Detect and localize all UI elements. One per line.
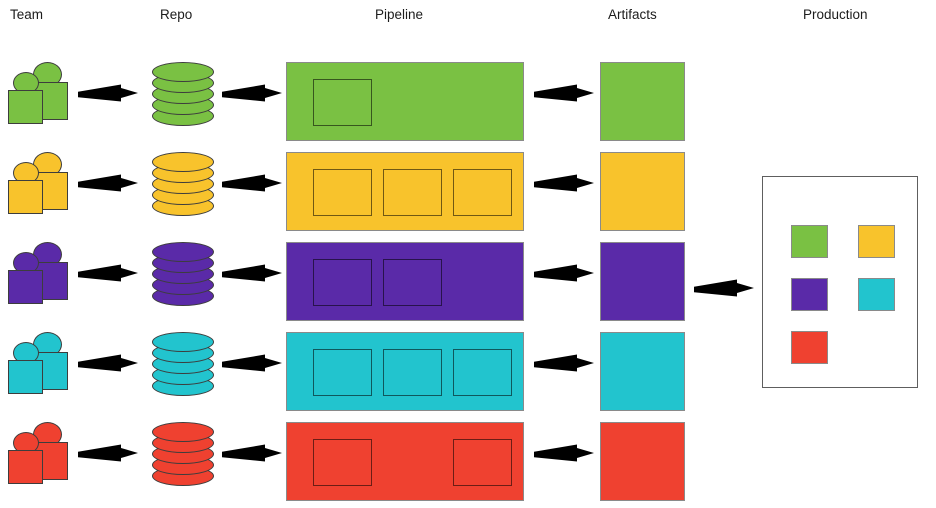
pipeline-stage[interactable]	[383, 259, 442, 306]
pipeline-bar[interactable]	[286, 332, 524, 411]
artifact-box[interactable]	[600, 422, 685, 501]
artifact-box[interactable]	[600, 332, 685, 411]
person-body-icon	[8, 180, 43, 214]
pipeline-stage[interactable]	[313, 439, 372, 486]
pipeline-stage[interactable]	[383, 169, 442, 216]
arrow-pipeline-to-artifact	[534, 260, 594, 286]
pipeline-stage[interactable]	[383, 349, 442, 396]
pipeline-stage[interactable]	[453, 169, 512, 216]
artifact-box[interactable]	[600, 62, 685, 141]
repo-icon[interactable]	[152, 332, 214, 396]
person-body-icon	[8, 450, 43, 484]
person-body-icon	[8, 360, 43, 394]
artifact-box[interactable]	[600, 152, 685, 231]
pipeline-stage[interactable]	[453, 349, 512, 396]
team-icon[interactable]	[8, 62, 74, 124]
column-header-production: Production	[803, 7, 868, 22]
arrow-pipeline-to-artifact	[534, 170, 594, 196]
production-panel[interactable]	[762, 176, 918, 388]
pipeline-stage[interactable]	[313, 79, 372, 126]
pipeline-bar[interactable]	[286, 242, 524, 321]
arrow-team-to-repo	[78, 350, 138, 376]
person-body-icon	[8, 90, 43, 124]
pipeline-bar[interactable]	[286, 62, 524, 141]
team-icon[interactable]	[8, 422, 74, 484]
repo-disk	[152, 332, 214, 352]
repo-icon[interactable]	[152, 62, 214, 126]
arrow-repo-to-pipeline	[222, 260, 282, 286]
arrow-team-to-repo	[78, 260, 138, 286]
pipeline-bar[interactable]	[286, 152, 524, 231]
arrow-pipeline-to-artifact	[534, 350, 594, 376]
repo-icon[interactable]	[152, 242, 214, 306]
repo-icon[interactable]	[152, 422, 214, 486]
arrow-repo-to-pipeline	[222, 170, 282, 196]
column-header-artifacts: Artifacts	[608, 7, 657, 22]
arrow-pipeline-to-artifact	[534, 440, 594, 466]
prod-tile-red[interactable]	[791, 331, 828, 364]
repo-disk	[152, 152, 214, 172]
team-icon[interactable]	[8, 242, 74, 304]
pipeline-stage[interactable]	[313, 349, 372, 396]
team-icon[interactable]	[8, 152, 74, 214]
arrow-pipeline-to-artifact	[534, 80, 594, 106]
column-header-pipeline: Pipeline	[375, 7, 424, 22]
team-icon[interactable]	[8, 332, 74, 394]
arrow-artifacts-to-production	[694, 275, 754, 301]
pipeline-stage[interactable]	[313, 259, 372, 306]
repo-disk	[152, 422, 214, 442]
arrow-team-to-repo	[78, 170, 138, 196]
arrow-repo-to-pipeline	[222, 440, 282, 466]
arrow-team-to-repo	[78, 440, 138, 466]
arrow-team-to-repo	[78, 80, 138, 106]
repo-disk	[152, 62, 214, 82]
prod-tile-yellow[interactable]	[858, 225, 895, 258]
column-header-repo: Repo	[160, 7, 193, 22]
diagram-canvas: Team Repo Pipeline Artifacts Production	[0, 0, 936, 508]
pipeline-row	[0, 422, 936, 508]
pipeline-bar[interactable]	[286, 422, 524, 501]
artifact-box[interactable]	[600, 242, 685, 321]
pipeline-stage[interactable]	[453, 439, 512, 486]
repo-icon[interactable]	[152, 152, 214, 216]
column-header-team: Team	[10, 7, 44, 22]
repo-disk	[152, 242, 214, 262]
arrow-repo-to-pipeline	[222, 80, 282, 106]
prod-tile-green[interactable]	[791, 225, 828, 258]
pipeline-stage[interactable]	[313, 169, 372, 216]
prod-tile-cyan[interactable]	[858, 278, 895, 311]
pipeline-row	[0, 62, 936, 152]
person-body-icon	[8, 270, 43, 304]
arrow-repo-to-pipeline	[222, 350, 282, 376]
prod-tile-purple[interactable]	[791, 278, 828, 311]
